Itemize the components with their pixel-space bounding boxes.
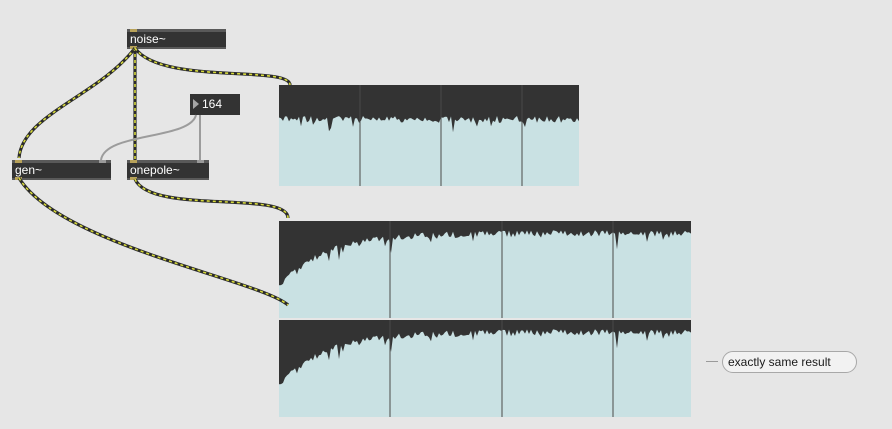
patch-cord-dash	[18, 47, 136, 159]
scope-onepole-waveform	[279, 320, 691, 417]
noise-object[interactable]: noise~	[127, 29, 226, 49]
onepole-left-inlet[interactable]	[130, 160, 137, 163]
waveform-envelope	[279, 320, 691, 385]
patch-cord-noise-to-scope[interactable]	[133, 47, 292, 86]
comment-text: exactly same result	[728, 355, 831, 369]
noise-inlet[interactable]	[130, 29, 137, 32]
patch-cord-dash	[18, 177, 289, 306]
onepole-right-inlet[interactable]	[197, 160, 204, 163]
patch-cord-dash	[134, 47, 291, 86]
waveform-envelope	[279, 85, 579, 133]
number-box[interactable]: 164	[190, 94, 240, 115]
onepole-object-label: onepole~	[130, 163, 180, 177]
patch-cord-dash	[134, 178, 289, 219]
onepole-object[interactable]: onepole~	[127, 160, 209, 180]
comment-connector-line	[706, 361, 718, 362]
noise-outlet[interactable]	[130, 46, 137, 49]
patch-cord-onepole-to-scope[interactable]	[133, 178, 290, 219]
scope-gen-waveform	[279, 221, 691, 318]
gen-left-inlet[interactable]	[15, 160, 22, 163]
comment-box[interactable]: exactly same result	[722, 351, 857, 373]
gen-object[interactable]: gen~	[12, 160, 111, 180]
patch-cord-noise-to-gen[interactable]	[17, 47, 137, 159]
gen-right-inlet[interactable]	[99, 160, 106, 163]
scope-noise-waveform	[279, 85, 579, 186]
scope-noise-output[interactable]	[279, 85, 579, 186]
scope-gen-output[interactable]	[279, 221, 691, 318]
patch-cord-number-to-gen[interactable]	[100, 114, 197, 161]
number-box-value: 164	[202, 97, 223, 111]
gen-object-label: gen~	[15, 163, 43, 177]
number-box-triangle-icon	[193, 99, 199, 109]
patch-cord-gen-to-scope[interactable]	[17, 177, 290, 307]
noise-object-label: noise~	[130, 32, 166, 46]
scope-onepole-output[interactable]	[279, 320, 691, 417]
waveform-envelope	[279, 221, 691, 286]
gen-outlet[interactable]	[15, 177, 22, 180]
onepole-outlet[interactable]	[130, 177, 137, 180]
